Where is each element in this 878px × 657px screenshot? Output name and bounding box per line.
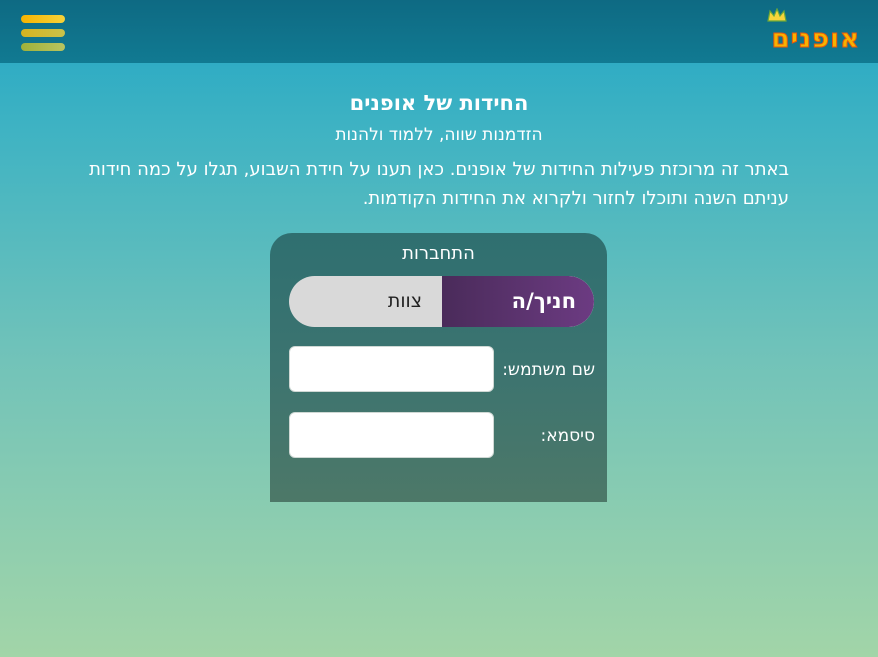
- role-student-option[interactable]: חניך/ה: [442, 276, 594, 327]
- login-panel: התחברות חניך/ה צוות שם משתמש: סיסמא:: [270, 233, 607, 502]
- logo-text: אופנים: [771, 24, 860, 55]
- intro-section: החידות של אופנים הזדמנות שווה, ללמוד ולה…: [0, 63, 878, 213]
- intro-paragraph: באתר זה מרוכזת פעילות החידות של אופנים. …: [89, 159, 789, 209]
- page-title: החידות של אופנים: [349, 91, 529, 115]
- role-staff-option[interactable]: צוות: [289, 276, 442, 327]
- menu-line: [21, 15, 65, 23]
- password-label: סיסמא:: [540, 426, 595, 446]
- username-input[interactable]: [289, 346, 494, 392]
- crown-icon: [767, 8, 787, 22]
- password-input[interactable]: [289, 412, 494, 458]
- login-title: התחברות: [402, 243, 475, 264]
- hamburger-menu-icon[interactable]: [21, 15, 65, 51]
- username-label: שם משתמש:: [502, 360, 595, 380]
- logo[interactable]: אופנים: [765, 8, 860, 56]
- menu-line: [21, 43, 65, 51]
- page-subtitle: הזדמנות שווה, ללמוד ולהנות: [335, 125, 543, 145]
- menu-line: [21, 29, 65, 37]
- role-toggle: חניך/ה צוות: [289, 276, 594, 327]
- top-bar: אופנים: [0, 0, 878, 63]
